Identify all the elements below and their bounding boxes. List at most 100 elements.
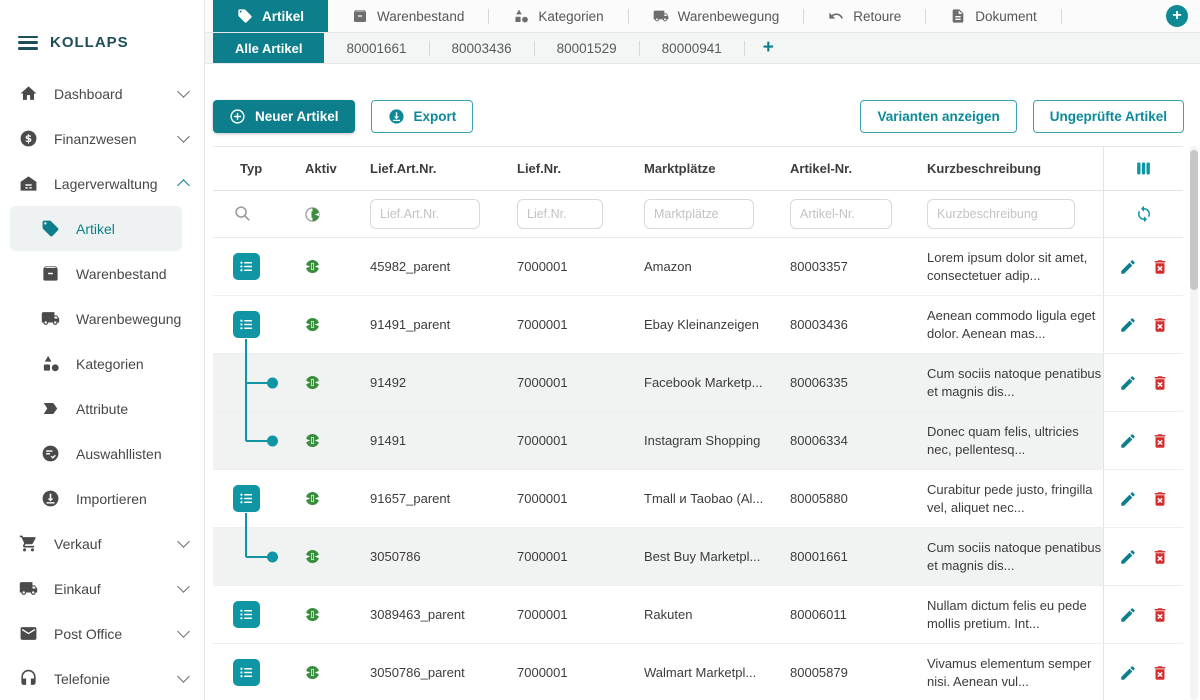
unverified-articles-button[interactable]: Ungeprüfte Artikel [1033, 100, 1184, 133]
edit-button[interactable] [1119, 664, 1137, 682]
filter-marktplaetze-input[interactable] [644, 199, 754, 229]
subtab-alle-artikel[interactable]: Alle Artikel [213, 33, 324, 63]
tag-icon [40, 219, 60, 239]
add-module-button[interactable]: + [1166, 5, 1188, 27]
kurzbeschreibung-value: Cum sociis natoque penatibus et magnis d… [927, 539, 1103, 574]
home-icon [18, 84, 38, 104]
download-circle-icon [388, 108, 405, 125]
tab-artikel[interactable]: Artikel [213, 0, 328, 32]
refresh-button[interactable] [1135, 205, 1153, 223]
kurzbeschreibung-value: Donec quam felis, ultricies nec, pellent… [927, 423, 1103, 458]
column-settings-button[interactable] [1135, 160, 1152, 177]
active-filter-toggle-icon[interactable] [305, 207, 320, 222]
tab-retoure[interactable]: Retoure [804, 0, 925, 32]
download-circle-icon [40, 489, 60, 509]
sidebar-item-lagerverwaltung[interactable]: Lagerverwaltung [0, 161, 204, 206]
column-header-typ: Typ [240, 161, 262, 176]
subtab-80001529[interactable]: 80001529 [535, 33, 639, 63]
label-arrow-icon [40, 399, 60, 419]
article-tab-bar: Alle Artikel 80001661 80003436 80001529 … [205, 33, 1200, 64]
sidebar-item-artikel[interactable]: Artikel [10, 206, 182, 251]
tab-kategorien[interactable]: Kategorien [489, 0, 627, 32]
edit-button[interactable] [1119, 374, 1137, 392]
table-filter-row [213, 191, 1183, 238]
show-variants-button[interactable]: Varianten anzeigen [860, 100, 1016, 133]
brand-header: KOLLAPS [0, 0, 204, 71]
artikel-nr-value: 80005880 [790, 491, 848, 506]
delete-button[interactable] [1151, 664, 1169, 682]
hamburger-menu-icon[interactable] [18, 36, 38, 50]
envelope-icon [18, 624, 38, 644]
column-header-lief-nr: Lief.Nr. [517, 161, 561, 176]
delete-button[interactable] [1151, 606, 1169, 624]
filter-artikel-nr-input[interactable] [790, 199, 892, 229]
pencil-icon [1119, 664, 1137, 682]
lief-nr-value: 7000001 [517, 317, 568, 332]
sidebar-item-importieren[interactable]: Importieren [10, 476, 182, 521]
tab-warenbestand[interactable]: Warenbestand [328, 0, 488, 32]
artikel-nr-value: 80006334 [790, 433, 848, 448]
sidebar-item-einkauf[interactable]: Einkauf [0, 566, 204, 611]
subtab-80001661[interactable]: 80001661 [324, 33, 428, 63]
chevron-down-icon [177, 85, 190, 98]
article-type-button[interactable] [233, 601, 260, 628]
sidebar-item-verkauf[interactable]: Verkauf [0, 521, 204, 566]
delete-button[interactable] [1151, 490, 1169, 508]
edit-button[interactable] [1119, 432, 1137, 450]
article-type-button[interactable] [233, 311, 260, 338]
scrollbar-thumb[interactable] [1190, 150, 1198, 290]
delete-button[interactable] [1151, 374, 1169, 392]
trash-icon [1151, 432, 1169, 450]
filter-lief-art-nr-input[interactable] [370, 199, 480, 229]
kurzbeschreibung-value: Vivamus elementum semper nisi. Aenean vu… [927, 655, 1103, 690]
sidebar-item-auswahllisten[interactable]: Auswahllisten [10, 431, 182, 476]
delete-button[interactable] [1151, 258, 1169, 276]
add-article-tab-button[interactable]: + [745, 33, 792, 63]
export-button[interactable]: Export [371, 100, 474, 133]
sidebar-item-post-office[interactable]: Post Office [0, 611, 204, 656]
filter-kurzbeschreibung-input[interactable] [927, 199, 1075, 229]
search-icon[interactable] [233, 204, 251, 225]
active-status-icon [305, 491, 320, 506]
lief-art-nr-value: 3089463_parent [370, 607, 465, 622]
truck-icon [653, 8, 669, 24]
article-type-button[interactable] [233, 485, 260, 512]
marktplatz-value: Instagram Shopping [644, 433, 760, 448]
trash-icon [1151, 374, 1169, 392]
sidebar-item-attribute[interactable]: Attribute [10, 386, 182, 431]
list-icon [239, 665, 254, 680]
chevron-down-icon [177, 625, 190, 638]
sidebar-item-warenbestand[interactable]: Warenbestand [10, 251, 182, 296]
column-header-artikel-nr: Artikel-Nr. [790, 161, 852, 176]
filter-lief-nr-input[interactable] [517, 199, 603, 229]
headset-icon [18, 669, 38, 689]
delete-button[interactable] [1151, 316, 1169, 334]
lief-art-nr-value: 91492 [370, 375, 406, 390]
tab-warenbewegung[interactable]: Warenbewegung [629, 0, 804, 32]
edit-button[interactable] [1119, 490, 1137, 508]
delete-button[interactable] [1151, 432, 1169, 450]
artikel-nr-value: 80003357 [790, 259, 848, 274]
article-type-button[interactable] [233, 253, 260, 280]
trash-icon [1151, 316, 1169, 334]
module-tab-bar: Artikel Warenbestand Kategorien Warenbew… [205, 0, 1200, 33]
tab-dokument[interactable]: Dokument [926, 0, 1061, 32]
sidebar-item-warenbewegung[interactable]: Warenbewegung [10, 296, 182, 341]
edit-button[interactable] [1119, 316, 1137, 334]
marktplatz-value: Amazon [644, 259, 692, 274]
sidebar-item-dashboard[interactable]: Dashboard [0, 71, 204, 116]
article-type-button[interactable] [233, 659, 260, 686]
subtab-80003436[interactable]: 80003436 [430, 33, 534, 63]
sidebar-item-telefonie[interactable]: Telefonie [0, 656, 204, 700]
subtab-80000941[interactable]: 80000941 [640, 33, 744, 63]
edit-button[interactable] [1119, 606, 1137, 624]
edit-button[interactable] [1119, 258, 1137, 276]
warehouse-icon [18, 174, 38, 194]
edit-button[interactable] [1119, 548, 1137, 566]
delete-button[interactable] [1151, 548, 1169, 566]
sidebar-item-finanzwesen[interactable]: $ Finanzwesen [0, 116, 204, 161]
trash-icon [1151, 548, 1169, 566]
new-article-button[interactable]: Neuer Artikel [213, 100, 355, 133]
sidebar-item-kategorien[interactable]: Kategorien [10, 341, 182, 386]
truck-icon [18, 579, 38, 599]
